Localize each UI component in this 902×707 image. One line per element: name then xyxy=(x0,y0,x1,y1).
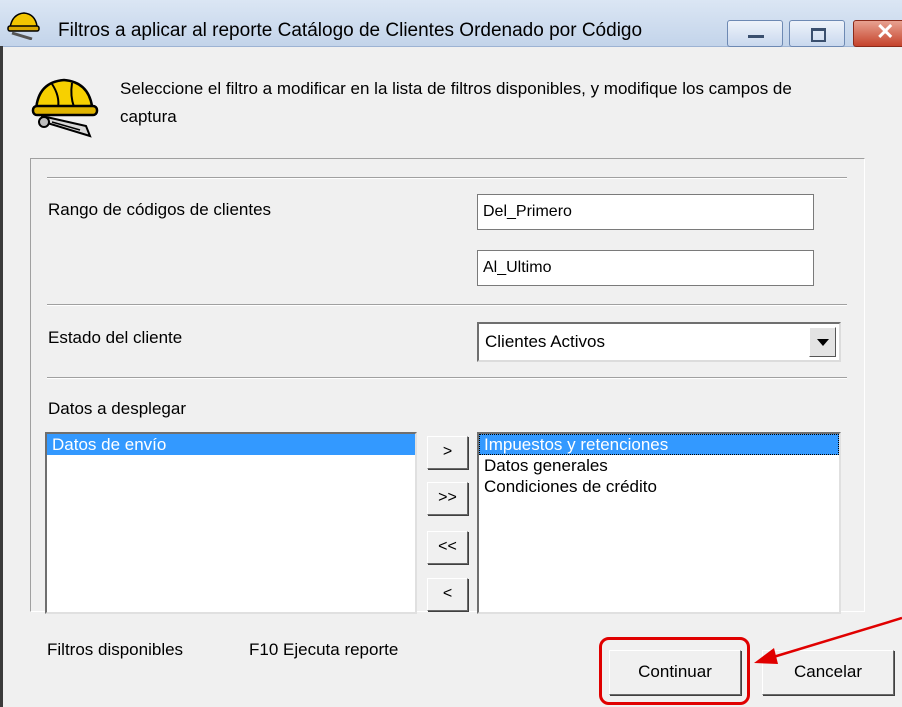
add-all-button[interactable]: >> xyxy=(427,482,468,515)
range-to-input[interactable] xyxy=(477,250,814,286)
maximize-button[interactable] xyxy=(789,20,845,47)
annotation-highlight xyxy=(599,637,750,705)
chevron-down-icon xyxy=(817,339,829,346)
range-from-input[interactable] xyxy=(477,194,814,230)
instructions-text: Seleccione el filtro a modificar en la l… xyxy=(120,79,792,126)
window-border xyxy=(0,46,3,707)
close-icon: ✕ xyxy=(876,19,895,44)
separator xyxy=(47,177,847,179)
range-label: Rango de códigos de clientes xyxy=(48,200,272,219)
available-filters-label: Filtros disponibles xyxy=(47,640,184,659)
f10-hint: F10 Ejecuta reporte xyxy=(249,640,399,659)
status-select[interactable]: Clientes Activos xyxy=(477,322,841,362)
list-item[interactable]: Datos generales xyxy=(479,455,839,476)
remove-one-button[interactable]: < xyxy=(427,578,468,611)
minimize-button[interactable] xyxy=(727,20,783,47)
dialog-window: Filtros a aplicar al reporte Catálogo de… xyxy=(0,0,902,707)
maximize-icon xyxy=(811,28,826,42)
annotation-arrow xyxy=(754,616,902,664)
selected-fields-list[interactable]: Impuestos y retenciones Datos generales … xyxy=(477,432,841,614)
status-value: Clientes Activos xyxy=(485,332,605,351)
remove-all-button[interactable]: << xyxy=(427,531,468,564)
minimize-icon xyxy=(748,35,764,38)
display-label: Datos a desplegar xyxy=(48,399,186,418)
window-title: Filtros a aplicar al reporte Catálogo de… xyxy=(58,20,643,41)
list-item[interactable]: Condiciones de crédito xyxy=(479,476,839,497)
dropdown-button[interactable] xyxy=(809,327,836,357)
status-label: Estado del cliente xyxy=(48,328,183,347)
hard-hat-blueprint-icon xyxy=(31,78,99,138)
title-bar[interactable]: Filtros a aplicar al reporte Catálogo de… xyxy=(0,0,902,47)
add-one-button[interactable]: > xyxy=(427,436,468,469)
hard-hat-icon xyxy=(7,12,40,40)
separator xyxy=(47,304,847,306)
list-item[interactable]: Datos de envío xyxy=(47,434,415,455)
close-button[interactable]: ✕ xyxy=(853,19,902,47)
list-item[interactable]: Impuestos y retenciones xyxy=(479,434,839,455)
separator xyxy=(47,377,847,379)
available-fields-list[interactable]: Datos de envío xyxy=(45,432,417,614)
